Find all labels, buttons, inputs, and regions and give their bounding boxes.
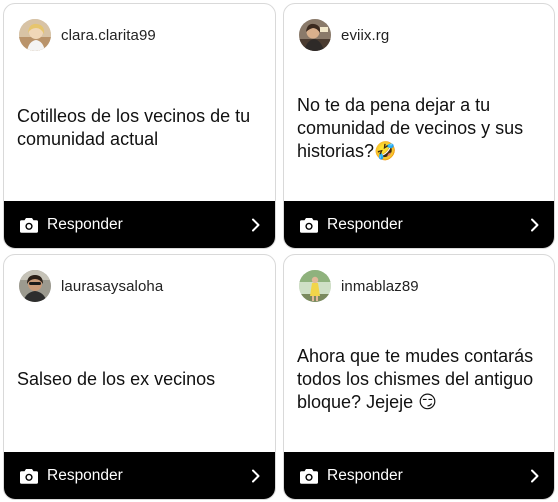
avatar[interactable] bbox=[299, 270, 331, 302]
chevron-right-icon bbox=[531, 218, 539, 231]
reply-label: Responder bbox=[47, 215, 123, 233]
question-text: No te da pena dejar a tu comunidad de ve… bbox=[297, 56, 542, 200]
question-card: inmablaz89 Ahora que te mudes contarás t… bbox=[283, 254, 555, 500]
username[interactable]: inmablaz89 bbox=[341, 278, 419, 295]
question-text: Salseo de los ex vecinos bbox=[17, 307, 263, 451]
question-card: laurasaysaloha Salseo de los ex vecinos … bbox=[3, 254, 276, 500]
card-header: laurasaysaloha bbox=[19, 269, 265, 303]
camera-icon bbox=[20, 468, 38, 484]
question-label: No te da pena dejar a tu comunidad de ve… bbox=[297, 94, 524, 161]
user-photo-avatar-icon bbox=[19, 270, 51, 302]
camera-icon bbox=[20, 217, 38, 233]
avatar[interactable] bbox=[19, 270, 51, 302]
question-label: Salseo de los ex vecinos bbox=[17, 368, 216, 389]
user-photo-avatar-icon bbox=[19, 19, 51, 51]
question-text: Cotilleos de los vecinos de tu comunidad… bbox=[17, 56, 263, 200]
camera-icon bbox=[300, 217, 318, 233]
reply-button[interactable]: Responder bbox=[4, 452, 275, 499]
question-card: clara.clarita99 Cotilleos de los vecinos… bbox=[3, 3, 276, 249]
question-card: eviix.rg No te da pena dejar a tu comuni… bbox=[283, 3, 555, 249]
card-header: clara.clarita99 bbox=[19, 18, 265, 52]
chevron-right-icon bbox=[252, 469, 260, 482]
user-photo-avatar-icon bbox=[299, 270, 331, 302]
card-header: eviix.rg bbox=[299, 18, 544, 52]
reply-label: Responder bbox=[327, 215, 403, 233]
avatar[interactable] bbox=[299, 19, 331, 51]
question-label: Cotilleos de los vecinos de tu comunidad… bbox=[17, 106, 251, 149]
camera-icon bbox=[300, 468, 318, 484]
question-label: Ahora que te mudes contarás todos los ch… bbox=[297, 345, 534, 412]
question-text: Ahora que te mudes contarás todos los ch… bbox=[297, 307, 542, 451]
reply-label: Responder bbox=[47, 466, 123, 484]
reply-button[interactable]: Responder bbox=[4, 201, 275, 248]
chevron-right-icon bbox=[252, 218, 260, 231]
username[interactable]: clara.clarita99 bbox=[61, 27, 156, 44]
card-header: inmablaz89 bbox=[299, 269, 544, 303]
reply-button[interactable]: Responder bbox=[284, 452, 554, 499]
avatar[interactable] bbox=[19, 19, 51, 51]
reply-button[interactable]: Responder bbox=[284, 201, 554, 248]
reply-label: Responder bbox=[327, 466, 403, 484]
user-photo-avatar-icon bbox=[299, 19, 331, 51]
username[interactable]: laurasaysaloha bbox=[61, 278, 163, 295]
chevron-right-icon bbox=[531, 469, 539, 482]
username[interactable]: eviix.rg bbox=[341, 27, 389, 44]
